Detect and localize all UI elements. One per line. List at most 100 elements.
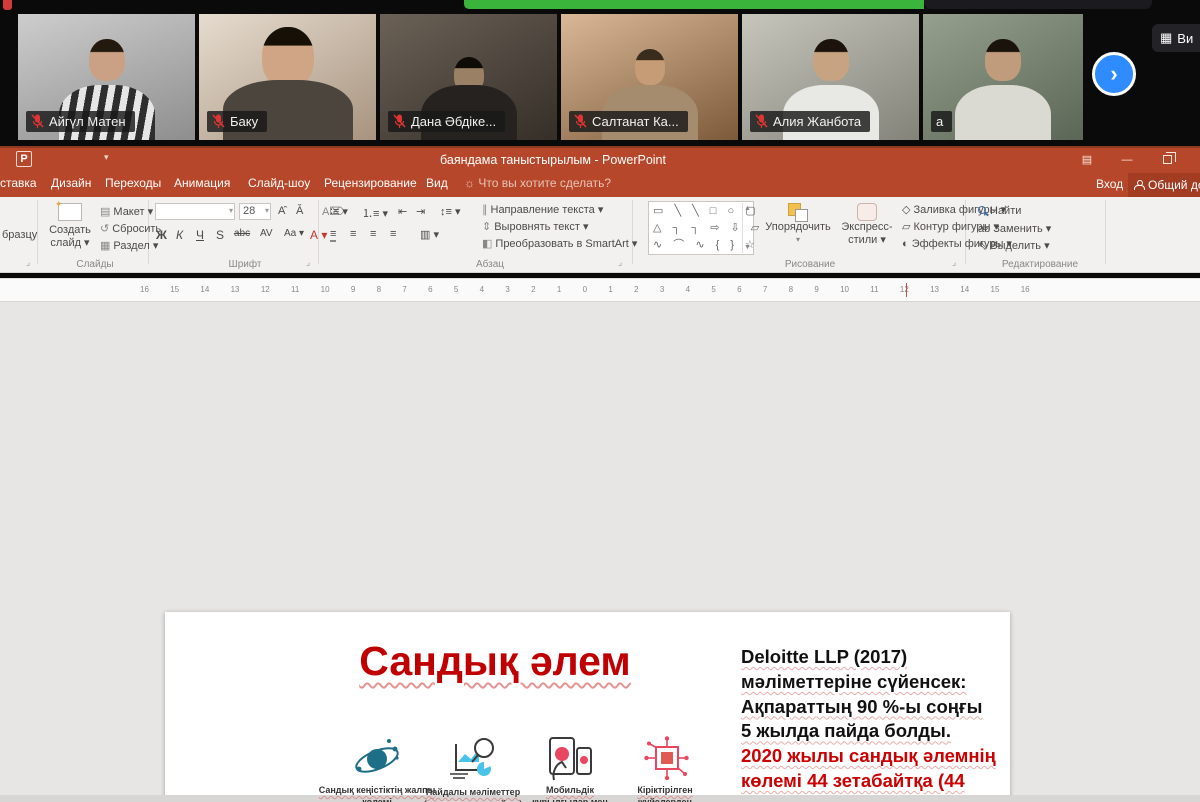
participant-tile[interactable]: Айгүл Матен: [18, 14, 195, 140]
muted-mic-icon: [574, 114, 587, 129]
section-button[interactable]: ▦Раздел ▾: [100, 239, 158, 252]
find-button[interactable]: Найти: [978, 205, 1021, 217]
scroll-up-icon[interactable]: ▲: [744, 205, 751, 212]
new-slide-icon: ✦: [58, 203, 82, 221]
tab-animations[interactable]: Анимация: [174, 176, 230, 190]
text-shadow-button[interactable]: S: [216, 228, 224, 242]
change-case-button[interactable]: Aa ▾: [284, 228, 304, 239]
tab-design[interactable]: Дизайн: [51, 176, 91, 190]
grow-font-button[interactable]: А̂: [278, 205, 285, 217]
new-slide-button[interactable]: ✦ Создать слайд ▾: [44, 203, 96, 249]
quick-access-caret-icon[interactable]: ▾: [104, 152, 109, 163]
search-icon: [978, 206, 986, 214]
italic-button[interactable]: К: [176, 228, 183, 242]
tab-insert-partial[interactable]: ставка: [0, 176, 37, 190]
shrink-font-button[interactable]: А̌: [296, 205, 303, 217]
text-direction-icon: ∥: [482, 204, 488, 216]
chevron-right-icon: ›: [1110, 61, 1117, 87]
align-left-button[interactable]: ≡: [330, 228, 336, 242]
ribbon: бразцу ⌟ ✦ Создать слайд ▾ ▤Макет ▾ ↺Сбр…: [0, 197, 1200, 273]
zoom-share-banner[interactable]: [464, 0, 924, 9]
shapes-gallery-scrollbar[interactable]: ▲ ▼: [742, 203, 752, 253]
muted-mic-icon: [31, 114, 44, 129]
line-spacing-button[interactable]: ↕≡ ▾: [440, 205, 461, 218]
tab-slideshow[interactable]: Слайд-шоу: [248, 176, 310, 190]
font-name-combo[interactable]: ▾: [155, 203, 235, 220]
shapes-row[interactable]: △ ┐ ┐ ⇨ ⇩ ▱: [653, 220, 741, 237]
hand-devices-icon: [546, 734, 596, 782]
participant-name: Айгүл Матен: [49, 114, 126, 129]
scroll-down-icon[interactable]: ▼: [744, 244, 751, 251]
participant-name: Алия Жанбота: [773, 114, 861, 129]
participant-name-tag: Баку: [207, 111, 267, 132]
restore-icon: [1163, 155, 1172, 164]
column-header: Пайдалы мәліметтер (талданған жағдайда ): [417, 786, 529, 802]
paragraph-group-label: Абзац: [450, 259, 530, 270]
align-text-button[interactable]: ⇕Выровнять текст ▾: [482, 220, 588, 233]
participant-name: а: [936, 114, 943, 129]
underline-button[interactable]: Ч: [196, 228, 204, 242]
zoom-share-toolbar[interactable]: [924, 0, 1152, 9]
tab-view[interactable]: Вид: [426, 176, 448, 190]
clipboard-dialog-launcher-icon[interactable]: ⌟: [26, 257, 30, 268]
participant-tile[interactable]: Салтанат Ка...: [561, 14, 738, 140]
font-dialog-launcher-icon[interactable]: ⌟: [306, 257, 310, 268]
shapes-gallery[interactable]: ▭ ╲ ╲ □ ○ ▢ △ ┐ ┐ ⇨ ⇩ ▱ ∿ ⌒ ∿ { } ☆ ▲ ▼: [648, 201, 754, 255]
participant-tile[interactable]: Дана Әбдіке...: [380, 14, 557, 140]
column-header: Кіріктірілген жүйелерден алынған мәлімет…: [617, 784, 713, 802]
powerpoint-app-icon: P: [16, 151, 32, 167]
section-icon: ▦: [100, 240, 110, 252]
arrange-button[interactable]: Упорядочить ▾: [762, 203, 834, 245]
reset-button[interactable]: ↺Сбросить: [100, 222, 161, 235]
ribbon-display-options-button[interactable]: ▤: [1072, 150, 1102, 170]
participant-name-tag: Салтанат Ка...: [569, 111, 688, 132]
restore-button[interactable]: [1152, 150, 1182, 170]
view-button-label: Ви: [1177, 31, 1193, 46]
convert-smartart-button[interactable]: ◧Преобразовать в SmartArt ▾: [482, 237, 637, 250]
slide-canvas[interactable]: Сандық әлем Deloitte LLP (2017) мәліметт…: [165, 612, 1010, 802]
indent-button[interactable]: ⇥: [416, 205, 425, 218]
format-painter-label[interactable]: бразцу: [2, 229, 37, 241]
next-participants-button[interactable]: ›: [1092, 52, 1136, 96]
tell-me-box[interactable]: ☼ Что вы хотите сделать?: [464, 176, 611, 190]
participant-tile[interactable]: Алия Жанбота: [742, 14, 919, 140]
shapes-row[interactable]: ▭ ╲ ╲ □ ○ ▢: [653, 203, 741, 220]
paragraph-dialog-launcher-icon[interactable]: ⌟: [618, 257, 622, 268]
font-color-button[interactable]: А ▾: [310, 228, 327, 242]
share-button[interactable]: Общий дост: [1128, 173, 1200, 197]
align-right-button[interactable]: ≡: [370, 228, 376, 240]
replace-button[interactable]: ab Заменить ▾: [978, 222, 1051, 235]
editor-workspace[interactable]: Сандық әлем Deloitte LLP (2017) мәліметт…: [0, 302, 1200, 795]
ribbon-tab-row: ставка Дизайн Переходы Анимация Слайд-шо…: [0, 173, 1200, 197]
justify-button[interactable]: ≡: [390, 228, 396, 240]
shapes-row[interactable]: ∿ ⌒ ∿ { } ☆: [653, 237, 741, 254]
group-separator: [632, 200, 633, 264]
numbering-button[interactable]: ⒈≡ ▾: [362, 205, 388, 221]
align-center-button[interactable]: ≡: [350, 228, 356, 240]
text-direction-button[interactable]: ∥Направление текста ▾: [482, 203, 603, 216]
layout-button[interactable]: ▤Макет ▾: [100, 205, 153, 218]
participant-tile[interactable]: Баку: [199, 14, 376, 140]
font-size-combo[interactable]: 28▾: [239, 203, 271, 220]
columns-button[interactable]: ▥ ▾: [420, 228, 439, 241]
sign-in-link[interactable]: Вход: [1096, 177, 1123, 191]
character-spacing-button[interactable]: AV: [260, 228, 273, 239]
participant-tile[interactable]: а: [923, 14, 1083, 140]
select-button[interactable]: ⇖ Выделить ▾: [978, 239, 1050, 252]
tab-transitions[interactable]: Переходы: [105, 176, 161, 190]
tab-review[interactable]: Рецензирование: [324, 176, 417, 190]
window-title: баяндама таныстырылым - PowerPoint: [440, 153, 666, 167]
minimize-button[interactable]: —: [1112, 150, 1142, 170]
strikethrough-button[interactable]: abc: [234, 228, 250, 239]
quick-styles-button[interactable]: Экспресс- стили ▾: [838, 203, 896, 246]
drawing-dialog-launcher-icon[interactable]: ⌟: [952, 257, 956, 268]
slides-group-label: Слайды: [60, 259, 130, 270]
bold-button[interactable]: Ж: [156, 228, 167, 242]
ruler-cursor-marker: [906, 283, 907, 297]
bullets-button[interactable]: ∶≡ ▾: [330, 205, 348, 218]
title-bar: P ▾ баяндама таныстырылым - PowerPoint ▤…: [0, 148, 1200, 173]
view-button[interactable]: ▦ Ви: [1152, 24, 1200, 52]
reset-icon: ↺: [100, 223, 109, 235]
editing-group-label: Редактирование: [985, 259, 1095, 270]
outdent-button[interactable]: ⇤: [398, 205, 407, 218]
